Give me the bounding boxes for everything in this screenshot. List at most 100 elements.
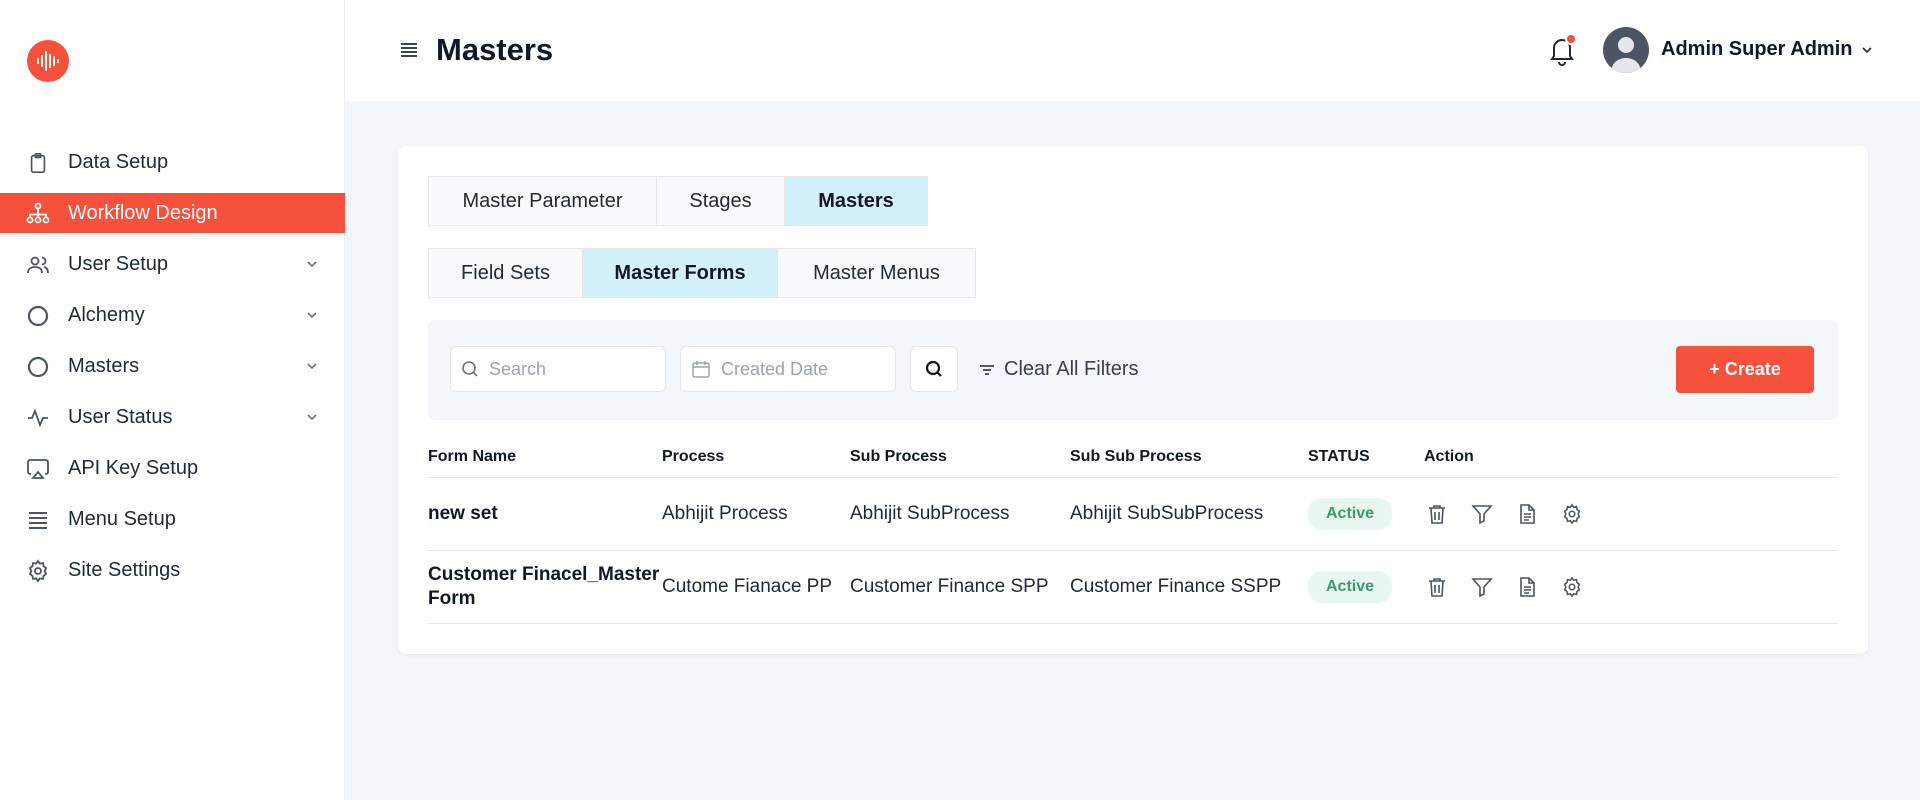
users-icon	[26, 253, 50, 277]
sidebar-item-workflow-design[interactable]: Workflow Design	[0, 193, 345, 233]
column-header[interactable]: Process	[662, 448, 850, 466]
status-cell: Active	[1308, 571, 1424, 603]
sidebar-item-site-settings[interactable]: Site Settings	[0, 545, 345, 596]
chevron-down-icon	[307, 414, 317, 421]
primary-tabs: Master Parameter Stages Masters	[428, 176, 928, 226]
clear-filters-button[interactable]: Clear All Filters	[978, 358, 1138, 381]
sidebar-item-label: Workflow Design	[68, 201, 218, 224]
document-button[interactable]	[1514, 575, 1539, 600]
sidebar-item-data-setup[interactable]: Data Setup	[0, 137, 345, 188]
secondary-tabs: Field Sets Master Forms Master Menus	[428, 248, 976, 298]
trash-icon	[1428, 578, 1445, 597]
sub-sub-process-cell: Customer Finance SSPP	[1070, 576, 1282, 597]
notification-button[interactable]	[1544, 32, 1580, 68]
circle-icon	[26, 355, 50, 379]
document-icon	[1519, 504, 1535, 524]
sidebar-item-label: Menu Setup	[68, 508, 176, 530]
filter-icon	[1470, 578, 1493, 598]
sidebar-item-label: User Status	[68, 406, 173, 428]
activity-icon	[26, 406, 50, 430]
column-header[interactable]: STATUS	[1308, 448, 1424, 466]
filter-button[interactable]	[1469, 575, 1494, 600]
circle-icon	[26, 304, 50, 328]
created-date-field	[680, 346, 896, 392]
column-header[interactable]: Sub Sub Process	[1070, 448, 1308, 466]
master-forms-table: Form Name Process Sub Process Sub Sub Pr…	[428, 436, 1838, 624]
column-header[interactable]: Form Name	[428, 448, 662, 466]
filter-button[interactable]	[1469, 502, 1494, 527]
tab-master-menus[interactable]: Master Menus	[778, 249, 975, 297]
gear-icon	[1563, 576, 1580, 598]
sidebar-item-label: User Setup	[68, 253, 169, 275]
delete-button[interactable]	[1424, 575, 1449, 600]
sub-sub-process-cell: Abhijit SubSubProcess	[1070, 503, 1264, 524]
app-logo[interactable]	[27, 40, 69, 82]
tab-field-sets[interactable]: Field Sets	[429, 249, 583, 297]
sidebar-item-label: Alchemy	[68, 304, 145, 326]
sidebar-nav: Data Setup Workflow Design User Setup Al…	[0, 137, 345, 596]
hierarchy-icon	[26, 201, 50, 225]
content-card: Master Parameter Stages Masters Field Se…	[398, 146, 1868, 654]
status-badge: Active	[1308, 498, 1393, 530]
filter-lines-icon	[980, 364, 994, 375]
trash-icon	[1428, 505, 1445, 524]
sidebar-item-label: Data Setup	[68, 151, 169, 173]
sidebar-item-menu-setup[interactable]: Menu Setup	[0, 494, 345, 545]
search-icon	[462, 361, 478, 377]
tab-masters[interactable]: Masters	[785, 177, 927, 225]
form-name-cell: new set	[428, 503, 498, 524]
search-input[interactable]	[489, 358, 649, 380]
column-header[interactable]: Sub Process	[850, 448, 1070, 466]
status-badge: Active	[1308, 571, 1393, 603]
chevron-down-icon	[307, 363, 317, 370]
chevron-down-icon	[307, 261, 317, 268]
sidebar-item-label: Site Settings	[68, 559, 181, 581]
page-title: Masters	[436, 32, 554, 67]
column-header: Action	[1424, 447, 1474, 465]
document-button[interactable]	[1514, 502, 1539, 527]
process-cell: Cutome Fianace PP	[662, 576, 833, 597]
row-actions	[1424, 502, 1724, 527]
hamburger-menu-icon[interactable]	[399, 40, 419, 60]
tab-stages[interactable]: Stages	[657, 177, 785, 225]
table-row: Customer Finacel_Master Form Cutome Fian…	[428, 551, 1838, 624]
sidebar-item-alchemy[interactable]: Alchemy	[0, 290, 345, 341]
calendar-icon	[692, 361, 710, 378]
chevron-down-icon[interactable]	[1861, 44, 1873, 56]
sidebar: Data Setup Workflow Design User Setup Al…	[0, 0, 345, 800]
sidebar-item-api-key-setup[interactable]: API Key Setup	[0, 443, 345, 494]
sidebar-item-user-status[interactable]: User Status	[0, 392, 345, 443]
filter-bar: Clear All Filters + Create	[428, 320, 1838, 420]
table-header: Form Name Process Sub Process Sub Sub Pr…	[428, 436, 1838, 478]
tab-master-forms[interactable]: Master Forms	[583, 249, 778, 297]
sidebar-item-user-setup[interactable]: User Setup	[0, 239, 345, 290]
clear-filters-label: Clear All Filters	[1004, 358, 1139, 380]
search-button[interactable]	[910, 346, 958, 392]
settings-button[interactable]	[1559, 502, 1584, 527]
sub-process-cell: Customer Finance SPP	[850, 576, 1049, 597]
avatar[interactable]	[1603, 27, 1649, 73]
sub-process-cell: Abhijit SubProcess	[850, 503, 1010, 524]
created-date-input[interactable]	[721, 358, 881, 380]
tab-master-parameter[interactable]: Master Parameter	[429, 177, 657, 225]
process-cell: Abhijit Process	[662, 503, 788, 524]
list-icon	[26, 508, 50, 532]
sidebar-item-masters[interactable]: Masters	[0, 341, 345, 392]
create-button[interactable]: + Create	[1676, 346, 1814, 393]
delete-button[interactable]	[1424, 502, 1449, 527]
settings-button[interactable]	[1559, 575, 1584, 600]
search-icon	[925, 360, 942, 377]
clipboard-icon	[26, 151, 50, 175]
row-actions	[1424, 575, 1724, 600]
filter-icon	[1470, 505, 1493, 525]
user-name[interactable]: Admin Super Admin	[1661, 38, 1852, 61]
gear-icon	[26, 558, 50, 583]
document-icon	[1519, 577, 1535, 597]
top-header: Masters Admin Super Admin	[345, 0, 1920, 101]
table-row: new set Abhijit Process Abhijit SubProce…	[428, 478, 1838, 551]
status-cell: Active	[1308, 498, 1424, 530]
chevron-down-icon	[307, 312, 317, 319]
gear-icon	[1563, 503, 1580, 525]
audio-wave-icon	[37, 51, 59, 71]
sidebar-item-label: API Key Setup	[68, 457, 199, 479]
